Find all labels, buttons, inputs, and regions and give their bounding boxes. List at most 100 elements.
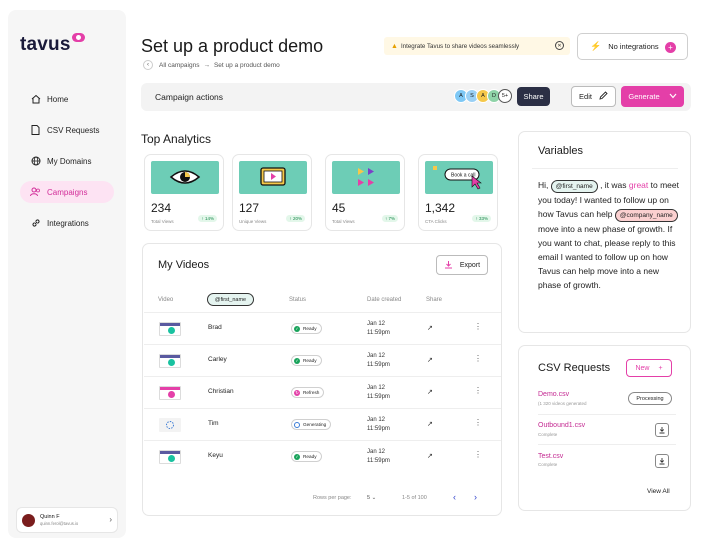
row-name: Carley — [208, 356, 227, 363]
tavus-logo[interactable]: tavus — [20, 33, 85, 56]
status-badge: ↻ Refresh — [291, 387, 325, 398]
chevron-down-icon — [669, 92, 677, 101]
stat-change-badge: ↑ 20% — [286, 215, 305, 222]
stat-value: 127 — [239, 201, 260, 215]
document-icon — [29, 125, 42, 135]
share-link-icon[interactable]: ↗ — [427, 388, 433, 396]
column-header-video: Video — [158, 297, 174, 303]
sidebar-item-integrations[interactable]: Integrations — [20, 212, 114, 234]
collaborator-avatars[interactable]: A S A D 5+ — [454, 89, 512, 103]
generate-button[interactable]: Generate — [621, 86, 684, 107]
sidebar-item-csv-requests[interactable]: CSV Requests — [20, 119, 114, 141]
column-header-date: Date created — [367, 297, 402, 303]
breadcrumb: ‹ All campaigns → Set up a product demo — [143, 60, 280, 70]
row-name: Tim — [208, 420, 219, 427]
table-row[interactable]: Christian ↻ Refresh Jan 12 11:59pm ↗ ⋮ — [144, 376, 501, 408]
pagination-range: 1-5 of 100 — [402, 495, 427, 501]
breadcrumb-current: Set up a product demo — [213, 61, 280, 69]
stat-change-badge: ↑ 14% — [198, 215, 217, 222]
play-icon — [168, 455, 175, 462]
back-chevron-icon[interactable]: ‹ — [143, 60, 153, 70]
stat-value: 45 — [332, 201, 346, 215]
stat-value: 234 — [151, 201, 172, 215]
my-videos-title: My Videos — [158, 259, 210, 271]
variables-title: Variables — [538, 145, 584, 157]
avatar-more: 5+ — [498, 89, 512, 103]
more-options-icon[interactable]: ⋮ — [474, 386, 482, 395]
eye-illustration-icon — [151, 161, 219, 194]
breadcrumb-parent[interactable]: All campaigns — [159, 62, 199, 69]
edit-button[interactable]: Edit — [571, 86, 616, 107]
row-name: Christian — [208, 388, 234, 395]
download-button[interactable] — [655, 454, 669, 468]
download-button[interactable] — [655, 423, 669, 437]
stat-label: Total Views — [151, 219, 174, 224]
table-row[interactable]: Brad ✓ Ready Jan 12 11:59pm ↗ ⋮ — [144, 312, 501, 344]
stat-change-badge: ↑ 7% — [381, 215, 398, 222]
csv-file-status: Complete — [538, 432, 558, 437]
row-date: Jan 12 11:59pm — [367, 449, 390, 464]
variable-chip-first-name[interactable]: @first_name — [550, 180, 598, 193]
table-row[interactable]: Carley ✓ Ready Jan 12 11:59pm ↗ ⋮ — [144, 344, 501, 376]
integration-banner: ▲ Integrate Tavus to share videos seamle… — [384, 37, 570, 55]
share-link-icon[interactable]: ↗ — [427, 324, 433, 332]
more-options-icon[interactable]: ⋮ — [474, 418, 482, 427]
csv-requests-title: CSV Requests — [538, 362, 611, 374]
export-button[interactable]: Export — [436, 255, 488, 275]
video-thumbnail[interactable] — [159, 386, 181, 400]
row-name: Keyu — [208, 452, 223, 459]
csv-file-link[interactable]: Demo.csv — [538, 391, 569, 398]
play-icon — [168, 391, 175, 398]
stat-label: CTA Clicks — [425, 219, 447, 224]
stat-card-unique-views: 127 Unique Views ↑ 20% — [232, 154, 312, 231]
refresh-icon: ↻ — [294, 389, 300, 396]
user-card[interactable]: Quinn F quinn.ferol@tavus.io › — [16, 507, 118, 533]
variables-message[interactable]: Hi, @first_name , it was great to meet y… — [538, 178, 683, 292]
warning-icon: ▲ — [391, 42, 398, 50]
sidebar-item-my-domains[interactable]: My Domains — [20, 150, 114, 172]
chevron-right-icon: › — [109, 515, 112, 524]
home-icon — [29, 94, 42, 104]
stat-card-cta-clicks: Book a call 1,342 CTA Clicks ↑ 33% — [418, 154, 498, 231]
share-link-icon[interactable]: ↗ — [427, 420, 433, 428]
video-thumbnail[interactable] — [159, 450, 181, 464]
divider — [538, 414, 676, 415]
close-icon[interactable]: ✕ — [555, 41, 564, 50]
prev-page-icon[interactable]: ‹ — [453, 492, 456, 502]
sidebar-item-home[interactable]: Home — [20, 88, 114, 110]
video-thumbnail[interactable] — [159, 354, 181, 368]
share-link-icon[interactable]: ↗ — [427, 452, 433, 460]
generating-icon — [294, 421, 300, 428]
row-date: Jan 12 11:59pm — [367, 417, 390, 432]
rows-per-page-label: Rows per page: — [313, 495, 352, 501]
row-date: Jan 12 11:59pm — [367, 385, 390, 400]
processing-badge: Processing — [628, 392, 672, 405]
play-buttons-illustration-icon — [332, 161, 400, 194]
plus-icon: + — [665, 42, 676, 53]
variable-chip-company-name[interactable]: @company_name — [614, 209, 678, 222]
rows-per-page-select[interactable]: 5 ⌄ — [367, 495, 376, 501]
next-page-icon[interactable]: › — [474, 492, 477, 502]
more-options-icon[interactable]: ⋮ — [474, 450, 482, 459]
column-header-variable[interactable]: @first_name — [207, 293, 254, 306]
integrations-button[interactable]: ⚡ No integrations + — [577, 33, 688, 60]
csv-file-link[interactable]: Outbound1.csv — [538, 422, 585, 429]
status-badge: Generating — [291, 419, 332, 430]
video-thumbnail[interactable] — [159, 418, 181, 432]
video-thumbnail[interactable] — [159, 322, 181, 336]
table-row[interactable]: Tim Generating Jan 12 11:59pm ↗ ⋮ — [144, 408, 501, 440]
pencil-icon — [599, 91, 608, 102]
share-link-icon[interactable]: ↗ — [427, 356, 433, 364]
sidebar-item-campaigns[interactable]: Campaigns — [20, 181, 114, 203]
bolt-icon: ⚡ — [590, 41, 602, 51]
csv-file-link[interactable]: Test.csv — [538, 453, 563, 460]
share-button[interactable]: Share — [517, 87, 550, 106]
more-options-icon[interactable]: ⋮ — [474, 354, 482, 363]
row-date: Jan 12 11:59pm — [367, 321, 390, 336]
table-row[interactable]: Keyu ✓ Ready Jan 12 11:59pm ↗ ⋮ — [144, 440, 501, 472]
view-all-link[interactable]: View All — [647, 488, 670, 495]
more-options-icon[interactable]: ⋮ — [474, 322, 482, 331]
plus-icon: + — [658, 364, 663, 372]
stat-label: Unique Views — [239, 219, 267, 224]
new-csv-button[interactable]: New + — [626, 359, 672, 377]
